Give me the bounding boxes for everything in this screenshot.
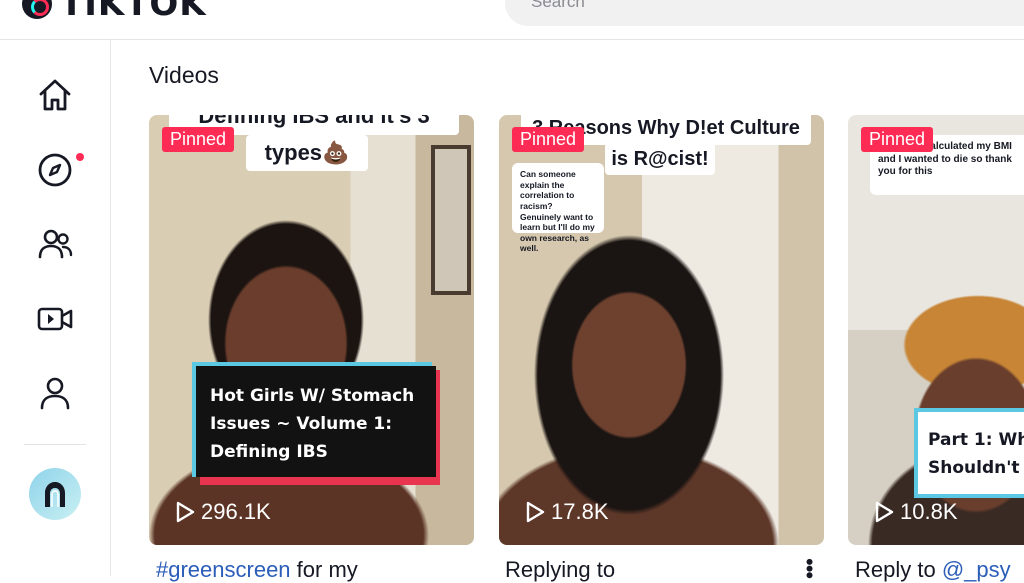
play-icon bbox=[526, 501, 545, 523]
user-icon bbox=[40, 377, 70, 410]
video-title-overlay-line2: is R@cist! bbox=[605, 143, 715, 175]
sidebar bbox=[0, 40, 111, 576]
section-title: Videos bbox=[149, 62, 219, 88]
play-icon bbox=[176, 501, 195, 523]
sidebar-item-explore[interactable] bbox=[35, 150, 75, 190]
video-card[interactable]: I recently calculated my BMI and I wante… bbox=[848, 115, 1024, 545]
video-caption[interactable]: Replying to bbox=[505, 557, 615, 583]
video-card[interactable]: Defining IBS and it's 3 types💩 Pinned Ho… bbox=[149, 115, 474, 545]
avatar-icon bbox=[45, 482, 65, 507]
caption-hashtag[interactable]: #greenscreen bbox=[156, 557, 291, 582]
sidebar-item-profile[interactable] bbox=[35, 373, 75, 413]
video-caption[interactable]: #greenscreen for my bbox=[156, 557, 358, 583]
reply-comment-card: Can someone explain the correlation to r… bbox=[512, 163, 604, 253]
video-camera-icon bbox=[37, 307, 73, 331]
home-icon bbox=[39, 79, 71, 111]
avatar[interactable] bbox=[29, 468, 81, 520]
pinned-badge: Pinned bbox=[162, 127, 235, 152]
sidebar-item-home[interactable] bbox=[35, 75, 75, 115]
wall-picture-frame bbox=[431, 145, 471, 295]
sidebar-divider bbox=[24, 444, 86, 445]
compass-icon bbox=[38, 153, 72, 187]
search-input[interactable]: Search bbox=[505, 0, 1024, 26]
tiktok-logo-icon bbox=[22, 0, 52, 19]
sidebar-item-following[interactable] bbox=[35, 224, 75, 264]
view-count: 17.8K bbox=[525, 499, 609, 525]
video-text-box: Part 1: Wh Shouldn't bbox=[918, 412, 1024, 494]
pinned-badge: Pinned bbox=[861, 127, 934, 152]
more-options-icon[interactable]: ••• bbox=[797, 558, 822, 578]
video-card[interactable]: 3 Reasons Why D!et Culture is R@cist! Pi… bbox=[499, 115, 824, 545]
caption-mention[interactable]: @_psy bbox=[942, 557, 1011, 582]
top-bar: TIKTOK Search bbox=[0, 0, 1024, 40]
play-icon bbox=[875, 501, 894, 523]
search-placeholder: Search bbox=[531, 0, 585, 11]
tiktok-logo[interactable]: TIKTOK bbox=[22, 0, 207, 24]
view-count: 296.1K bbox=[175, 499, 271, 525]
people-icon bbox=[38, 229, 73, 259]
view-count: 10.8K bbox=[874, 499, 958, 525]
sidebar-item-live[interactable] bbox=[35, 299, 75, 339]
video-title-overlay-line2: types💩 bbox=[246, 135, 368, 171]
video-caption[interactable]: Reply to @_psy bbox=[855, 557, 1011, 583]
logo-text: TIKTOK bbox=[60, 0, 207, 24]
pinned-badge: Pinned bbox=[512, 127, 585, 152]
notification-dot bbox=[76, 153, 84, 161]
video-text-box: Hot Girls W/ Stomach Issues ~ Volume 1: … bbox=[196, 366, 436, 477]
